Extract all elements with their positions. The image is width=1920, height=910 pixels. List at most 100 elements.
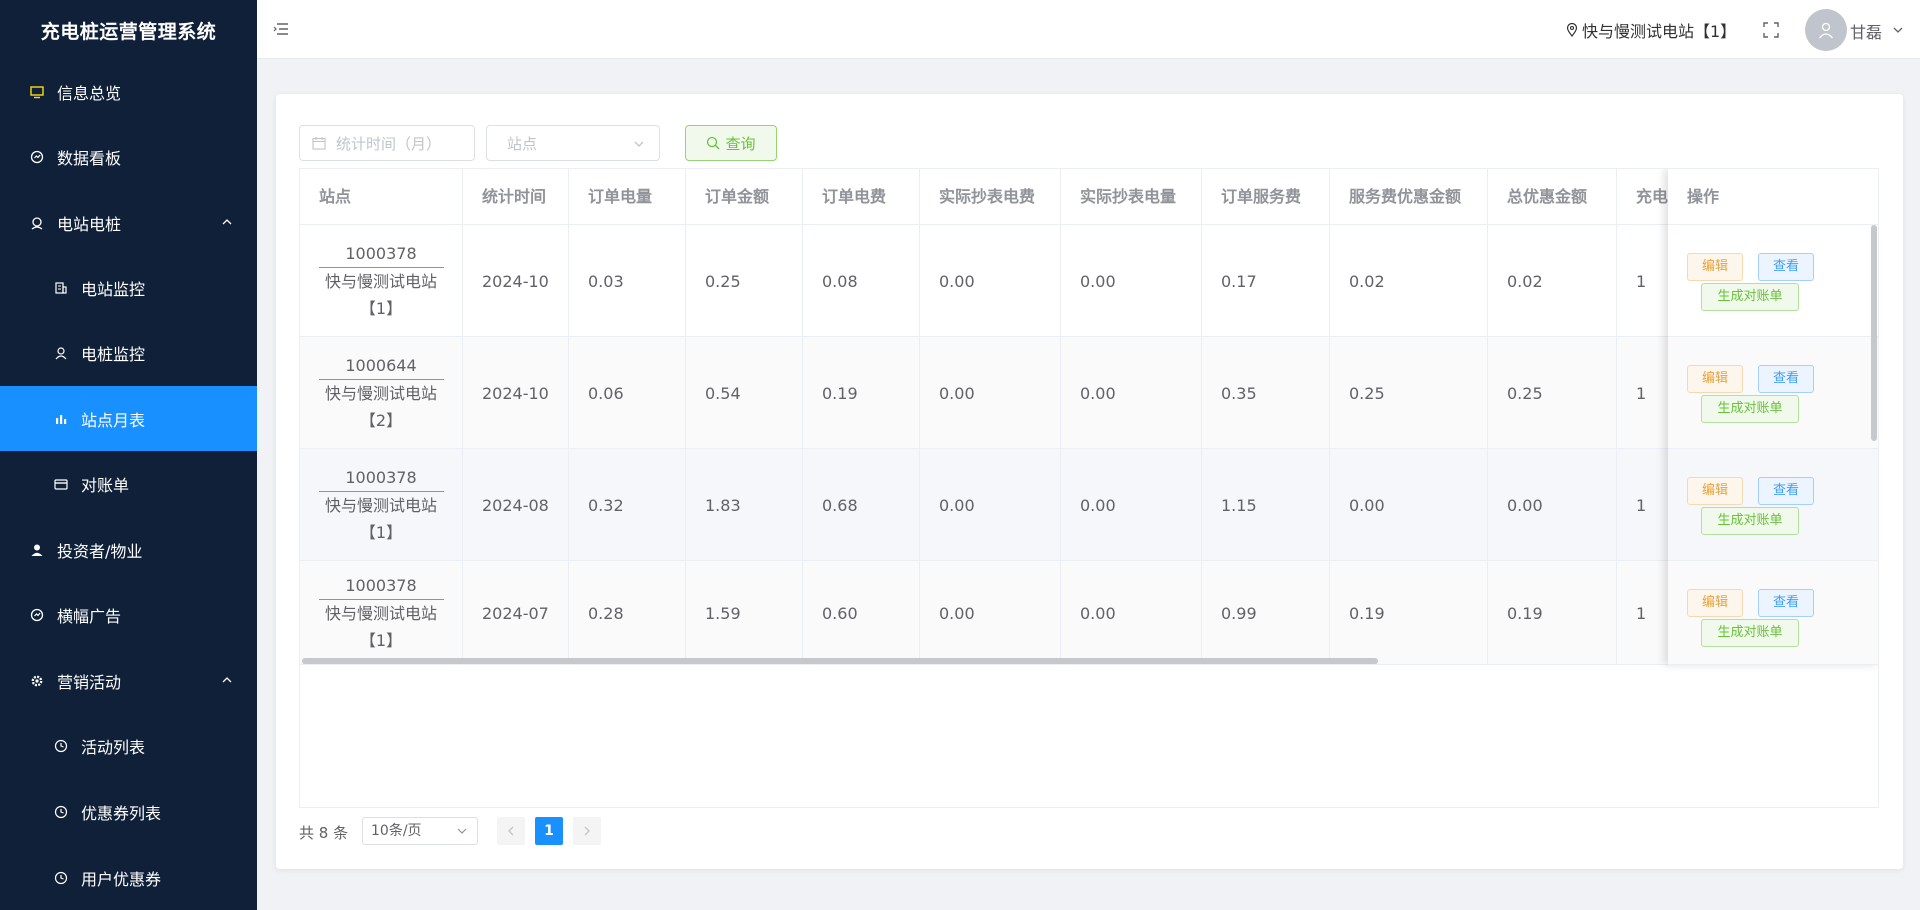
pagination-total: 共 8 条 [299,824,349,842]
station-selector[interactable]: 快与慢测试电站【1】 [1565,18,1736,42]
app-title: 充电桩运营管理系统 [40,20,217,43]
query-button[interactable]: 查询 [685,125,777,161]
station-id: 1000378 [318,464,444,492]
meter-fee-cell: 0.00 [920,449,1061,561]
station-select[interactable]: 站点 [486,125,660,161]
station-name: 快与慢测试电站 [324,496,437,515]
actions-cell: 编辑 查看 生成对账单 [1668,225,1878,337]
chevron-right-icon [584,826,590,836]
next-page-button[interactable] [573,817,601,845]
amount-cell: 0.25 [686,225,803,337]
building-icon [53,280,69,296]
calendar-icon [312,137,326,150]
view-button[interactable]: 查看 [1758,589,1814,617]
avatar[interactable] [1805,9,1847,51]
meter-fee-cell: 0.00 [920,561,1061,665]
user-icon [53,345,69,361]
sidebar-item-investors[interactable]: 投资者/物业 [0,517,257,582]
view-button[interactable]: 查看 [1758,365,1814,393]
month-cell: 2024-07 [463,561,569,665]
current-station: 快与慢测试电站【1】 [1582,22,1737,41]
station-name: 快与慢测试电站 [324,384,437,403]
sidebar-item-label: 营销活动 [57,672,122,692]
page-number-current[interactable]: 1 [535,817,563,845]
sidebar-item-label: 信息总览 [57,83,122,103]
column-header: 操作 [1668,169,1878,225]
horizontal-scrollbar[interactable] [302,658,1378,664]
card-icon [53,476,69,492]
page-size-select[interactable]: 10条/页 [362,817,478,845]
edit-button[interactable]: 编辑 [1687,477,1743,505]
elec-fee-cell: 0.68 [803,449,920,561]
page-size-value: 10条/页 [371,823,422,839]
vertical-scrollbar[interactable] [1871,225,1877,441]
meter-energy-cell: 0.00 [1061,561,1202,665]
sidebar-item-station-monitor[interactable]: 电站监控 [0,255,257,320]
station-suffix: 【1】 [359,631,403,650]
date-placeholder: 统计时间（月） [336,134,442,153]
location-pin-icon [1566,23,1578,37]
sidebar-item-overview[interactable]: 信息总览 [0,59,257,124]
sidebar-item-coupon-list[interactable]: 优惠券列表 [0,779,257,844]
user-name[interactable]: 甘磊 [1850,19,1882,43]
meter-energy-cell: 0.00 [1061,337,1202,449]
view-button[interactable]: 查看 [1758,477,1814,505]
generate-statement-button[interactable]: 生成对账单 [1701,619,1799,647]
edit-button[interactable]: 编辑 [1687,365,1743,393]
sidebar-item-user-coupons[interactable]: 用户优惠券 [0,845,257,910]
service-discount-cell: 0.00 [1330,449,1488,561]
station-icon [29,215,45,231]
prev-page-button[interactable] [497,817,525,845]
chevron-down-icon[interactable] [1892,24,1904,36]
sidebar-item-label: 数据看板 [57,148,122,168]
menu-toggle-icon[interactable] [273,22,289,36]
generate-statement-button[interactable]: 生成对账单 [1701,395,1799,423]
sidebar-item-statement[interactable]: 对账单 [0,451,257,516]
station-suffix: 【1】 [359,523,403,542]
bar-chart-icon [53,411,69,427]
generate-statement-button[interactable]: 生成对账单 [1701,507,1799,535]
service-fee-cell: 0.35 [1202,337,1330,449]
energy-cell: 0.06 [569,337,686,449]
sidebar-item-dashboard[interactable]: 数据看板 [0,124,257,189]
amount-cell: 1.83 [686,449,803,561]
elec-fee-cell: 0.08 [803,225,920,337]
station-name: 快与慢测试电站 [324,272,437,291]
view-button[interactable]: 查看 [1758,253,1814,281]
station-id: 1000378 [318,572,444,600]
sidebar-item-banner-ads[interactable]: 横幅广告 [0,582,257,647]
edit-button[interactable]: 编辑 [1687,589,1743,617]
station-suffix: 【1】 [359,299,403,318]
sidebar-item-stations[interactable]: 电站电桩 [0,190,257,255]
sidebar-item-label: 电站电桩 [57,214,122,234]
column-header: 服务费优惠金额 [1330,169,1488,225]
generate-statement-button[interactable]: 生成对账单 [1701,283,1799,311]
column-header: 站点 [300,169,463,225]
column-header: 订单电量 [569,169,686,225]
person-icon [29,542,45,558]
station-suffix: 【2】 [359,411,403,430]
column-header: 订单电费 [803,169,920,225]
query-label: 查询 [725,134,756,153]
actions-cell: 编辑 查看 生成对账单 [1668,337,1878,449]
sidebar-item-site-monthly[interactable]: 站点月表 [0,386,257,451]
station-placeholder: 站点 [507,134,538,153]
sidebar: 充电桩运营管理系统 信息总览 数据看板 电站电桩 电站监控 电桩监控 站点月表 … [0,0,257,910]
sidebar-item-marketing[interactable]: 营销活动 [0,648,257,713]
station-cell: 1000644 快与慢测试电站 【2】 [300,337,463,449]
month-date-picker[interactable]: 统计时间（月） [299,125,475,161]
month-cell: 2024-10 [463,225,569,337]
column-header: 订单金额 [686,169,803,225]
search-icon [707,136,720,150]
elec-fee-cell: 0.60 [803,561,920,665]
table-row: 1000644 快与慢测试电站 【2】 2024-10 0.06 0.54 0.… [300,337,1878,449]
sidebar-item-pile-monitor[interactable]: 电桩监控 [0,320,257,385]
edit-button[interactable]: 编辑 [1687,253,1743,281]
column-header: 实际抄表电量 [1061,169,1202,225]
column-header: 总优惠金额 [1488,169,1617,225]
sidebar-item-activity-list[interactable]: 活动列表 [0,713,257,778]
total-discount-cell: 0.25 [1488,337,1617,449]
fullscreen-icon[interactable] [1763,22,1779,38]
energy-cell: 0.28 [569,561,686,665]
total-discount-cell: 0.19 [1488,561,1617,665]
